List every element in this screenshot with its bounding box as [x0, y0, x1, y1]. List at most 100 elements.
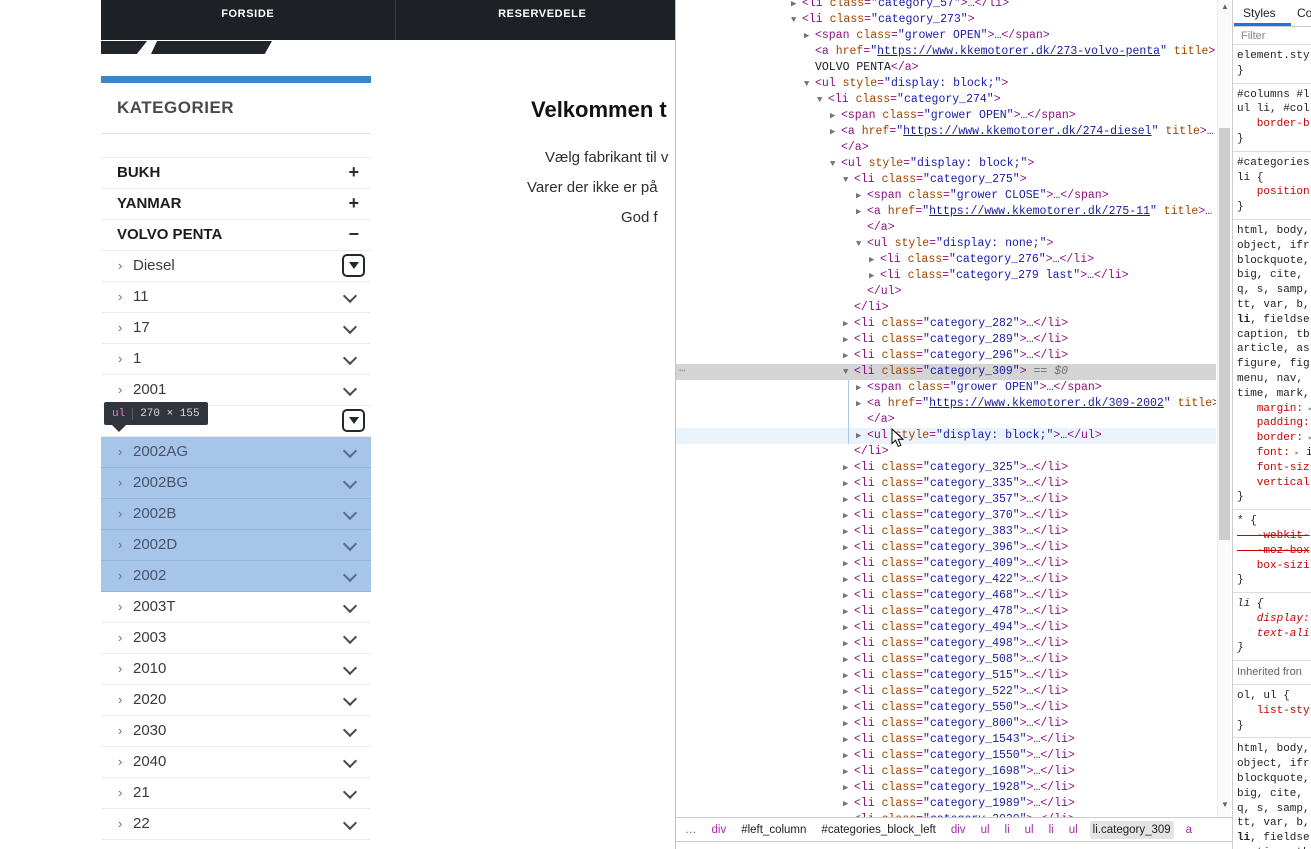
crumb-ul[interactable]: ul — [1066, 821, 1081, 839]
devtools-tree-line[interactable]: ▶<ul style="display: block;">…</ul> — [676, 428, 1216, 444]
crumb-#left_column[interactable]: #left_column — [738, 821, 809, 839]
style-rule[interactable]: ol, ul { list-sty} — [1233, 685, 1311, 738]
nav-item-reservedele[interactable]: RESERVEDELE — [396, 0, 690, 40]
devtools-tree-line[interactable]: ▶<span class="grower OPEN">…</span> — [676, 380, 1216, 396]
sidebar-item-2010[interactable]: ›2010 — [101, 654, 371, 685]
devtools-tree-line[interactable]: ▶<li class="category_1928">…</li> — [676, 780, 1216, 796]
expander-closed-icon[interactable]: ▶ — [843, 508, 854, 524]
devtools-tree-line[interactable]: ▶<li class="category_478">…</li> — [676, 604, 1216, 620]
expander-open-icon[interactable]: ▼ — [843, 364, 854, 380]
chevron-down-icon[interactable] — [343, 661, 357, 675]
devtools-tree-line[interactable]: ▶<li class="category_1989">…</li> — [676, 796, 1216, 812]
expander-open-icon[interactable]: ▼ — [856, 236, 867, 252]
sidebar-item-2003t[interactable]: ›2003T — [101, 592, 371, 623]
devtools-tree-line[interactable]: <a href="https://www.kkemotorer.dk/273-v… — [676, 44, 1216, 60]
expander-open-icon[interactable]: ▼ — [791, 12, 802, 28]
expander-closed-icon[interactable]: ▶ — [856, 396, 867, 412]
devtools-tree-line[interactable]: ▼<li class="category_273"> — [676, 12, 1216, 28]
expander-closed-icon[interactable]: ▶ — [843, 668, 854, 684]
expander-closed-icon[interactable]: ▶ — [856, 428, 867, 444]
crumb-div[interactable]: div — [709, 821, 730, 839]
crumb-li[interactable]: li — [1002, 821, 1013, 839]
devtools-tree-line[interactable]: </a> — [676, 220, 1216, 236]
sidebar-item-11[interactable]: ›11 — [101, 282, 371, 313]
devtools-tree-line[interactable]: </li> — [676, 444, 1216, 460]
devtools-tree-line[interactable]: ▶<li class="category_409">…</li> — [676, 556, 1216, 572]
expander-closed-icon[interactable]: ▶ — [856, 188, 867, 204]
devtools-tree-line[interactable]: </a> — [676, 140, 1216, 156]
scroll-down-icon[interactable]: ▼ — [1218, 800, 1232, 809]
open-box-icon[interactable] — [342, 409, 365, 432]
crumb-li[interactable]: li — [1046, 821, 1057, 839]
expander-closed-icon[interactable]: ▶ — [843, 588, 854, 604]
expander-closed-icon[interactable]: ▶ — [869, 268, 880, 284]
expander-closed-icon[interactable]: ▶ — [830, 124, 841, 140]
expander-closed-icon[interactable]: ▶ — [843, 460, 854, 476]
style-rule[interactable]: html, body,object, ifrblockquote,big, ci… — [1233, 220, 1311, 510]
devtools-tree-line[interactable]: ▼<li class="category_275"> — [676, 172, 1216, 188]
chevron-down-icon[interactable] — [343, 444, 357, 458]
devtools-tree-line[interactable]: ▶<li class="category_296">…</li> — [676, 348, 1216, 364]
expander-closed-icon[interactable]: ▶ — [843, 716, 854, 732]
chevron-down-icon[interactable] — [343, 537, 357, 551]
sidebar-item-volvo-penta[interactable]: VOLVO PENTA− — [101, 220, 371, 251]
devtools-tree-line[interactable]: </ul> — [676, 284, 1216, 300]
chevron-down-icon[interactable] — [343, 754, 357, 768]
expander-closed-icon[interactable]: ▶ — [843, 556, 854, 572]
expander-closed-icon[interactable]: ▶ — [843, 748, 854, 764]
devtools-tree-line[interactable]: ▶<a href="https://www.kkemotorer.dk/309-… — [676, 396, 1216, 412]
expander-closed-icon[interactable]: ▶ — [843, 540, 854, 556]
crumb-div[interactable]: div — [948, 821, 969, 839]
chevron-down-icon[interactable] — [343, 630, 357, 644]
tab-styles[interactable]: Styles — [1243, 6, 1276, 20]
devtools-tree-line[interactable]: ▶<li class="category_282">…</li> — [676, 316, 1216, 332]
sidebar-item-2040[interactable]: ›2040 — [101, 747, 371, 778]
sidebar-item-21[interactable]: ›21 — [101, 778, 371, 809]
expander-closed-icon[interactable]: ▶ — [843, 732, 854, 748]
devtools-tree-line[interactable]: </a> — [676, 412, 1216, 428]
sidebar-item-2003[interactable]: ›2003 — [101, 623, 371, 654]
devtools-tree-line[interactable]: </li> — [676, 300, 1216, 316]
sidebar-item-2002b[interactable]: ›2002B — [101, 499, 371, 530]
style-rule[interactable]: * { -webkit- -moz-box box-sizi} — [1233, 510, 1311, 593]
devtools-tree-line[interactable]: ▶<li class="category_325">…</li> — [676, 460, 1216, 476]
breadcrumb-segment[interactable] — [151, 41, 272, 54]
expander-closed-icon[interactable]: ▶ — [869, 252, 880, 268]
devtools-tree-line[interactable]: ▶<li class="category_422">…</li> — [676, 572, 1216, 588]
elements-scrollbar[interactable]: ▲ ▼ — [1217, 0, 1231, 817]
devtools-tree-line[interactable]: ▶<li class="category_494">…</li> — [676, 620, 1216, 636]
devtools-tree-line[interactable]: ▶<li class="category_522">…</li> — [676, 684, 1216, 700]
devtools-tree-line[interactable]: VOLVO PENTA</a> — [676, 60, 1216, 76]
devtools-tree-line[interactable]: ▶<a href="https://www.kkemotorer.dk/275-… — [676, 204, 1216, 220]
expander-closed-icon[interactable]: ▶ — [843, 764, 854, 780]
chevron-down-icon[interactable] — [343, 692, 357, 706]
chevron-down-icon[interactable] — [343, 816, 357, 830]
sidebar-item-2002ag[interactable]: ›2002AG — [101, 437, 371, 468]
breadcrumb[interactable] — [101, 41, 273, 54]
devtools-tree-line[interactable]: ▶<li class="category_396">…</li> — [676, 540, 1216, 556]
crumb-[interactable]: … — [682, 821, 700, 839]
tab-computed[interactable]: Co — [1297, 6, 1311, 20]
breadcrumb-segment[interactable] — [101, 41, 147, 54]
sidebar-item-yanmar[interactable]: YANMAR+ — [101, 189, 371, 220]
plus-icon[interactable]: + — [348, 193, 359, 214]
sidebar-item-2002[interactable]: ›2002 — [101, 561, 371, 592]
devtools-tree-line[interactable]: ▶<li class="category_515">…</li> — [676, 668, 1216, 684]
devtools-tree-line[interactable]: ▶<li class="category_289">…</li> — [676, 332, 1216, 348]
expander-closed-icon[interactable]: ▶ — [843, 620, 854, 636]
style-rule[interactable]: #columns #lul li, #col border-b} — [1233, 84, 1311, 152]
style-rule[interactable]: html, body,object, ifrblockquote,big, ci… — [1233, 738, 1311, 849]
expander-closed-icon[interactable]: ▶ — [791, 0, 802, 12]
devtools-tree-line[interactable]: ▶<li class="category_357">…</li> — [676, 492, 1216, 508]
devtools-tree-line[interactable]: ▶<li class="category_370">…</li> — [676, 508, 1216, 524]
expander-open-icon[interactable]: ▼ — [830, 156, 841, 172]
devtools-tree-line[interactable]: ▶<li class="category_279 last">…</li> — [676, 268, 1216, 284]
style-rule[interactable]: element.sty} — [1233, 45, 1311, 84]
chevron-down-icon[interactable] — [343, 568, 357, 582]
sidebar-item-2030[interactable]: ›2030 — [101, 716, 371, 747]
chevron-down-icon[interactable] — [343, 723, 357, 737]
expander-closed-icon[interactable]: ▶ — [843, 796, 854, 812]
devtools-tree-line[interactable]: ▼<ul style="display: block;"> — [676, 156, 1216, 172]
nav-item-forside[interactable]: FORSIDE — [101, 0, 395, 40]
expander-closed-icon[interactable]: ▶ — [843, 492, 854, 508]
